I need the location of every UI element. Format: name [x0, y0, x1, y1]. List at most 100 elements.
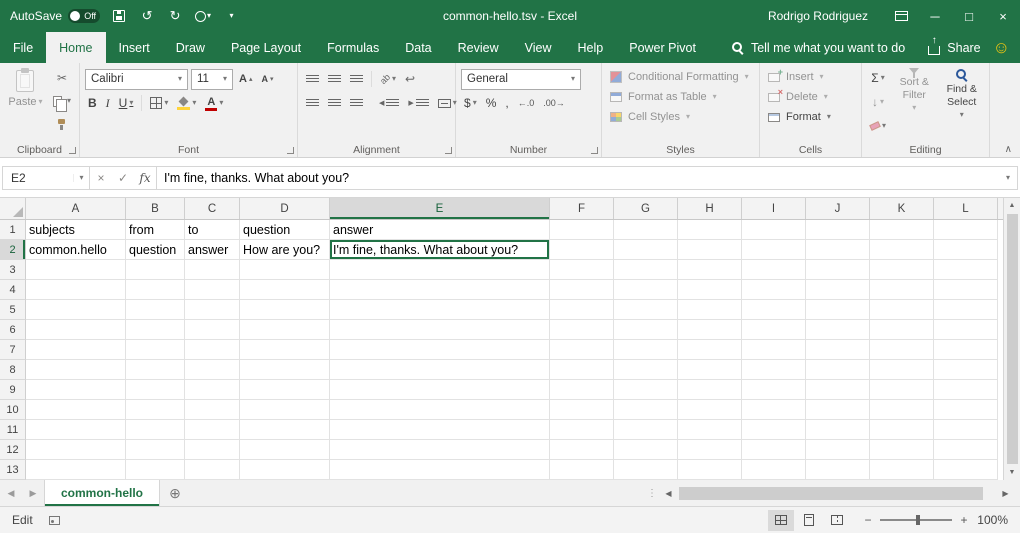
cell-G2[interactable] — [614, 240, 678, 260]
cell-L12[interactable] — [934, 440, 998, 460]
scroll-down-icon[interactable]: ▼ — [1004, 465, 1020, 480]
cell-J1[interactable] — [806, 220, 870, 240]
decrease-font-size-button[interactable]: A▾ — [258, 68, 276, 90]
number-dialog-launcher[interactable] — [591, 147, 598, 154]
cell-H1[interactable] — [678, 220, 742, 240]
row-header-5[interactable]: 5 — [0, 300, 26, 320]
column-header-D[interactable]: D — [240, 198, 330, 219]
column-header-E[interactable]: E — [330, 198, 550, 219]
row-header-11[interactable]: 11 — [0, 420, 26, 440]
cell-J12[interactable] — [806, 440, 870, 460]
cell-C9[interactable] — [185, 380, 240, 400]
row-header-7[interactable]: 7 — [0, 340, 26, 360]
row-header-12[interactable]: 12 — [0, 440, 26, 460]
column-header-I[interactable]: I — [742, 198, 806, 219]
cell-D4[interactable] — [240, 280, 330, 300]
cell-G5[interactable] — [614, 300, 678, 320]
cell-K5[interactable] — [870, 300, 934, 320]
maximize-button[interactable]: □ — [952, 0, 986, 32]
cell-I10[interactable] — [742, 400, 806, 420]
zoom-out-button[interactable]: − — [858, 513, 878, 527]
cell-C8[interactable] — [185, 360, 240, 380]
cell-G13[interactable] — [614, 460, 678, 480]
cell-L13[interactable] — [934, 460, 998, 480]
cell-J5[interactable] — [806, 300, 870, 320]
orientation-button[interactable]: ab▾ — [377, 68, 399, 90]
normal-view-button[interactable] — [768, 510, 794, 531]
cell-C13[interactable] — [185, 460, 240, 480]
row-header-9[interactable]: 9 — [0, 380, 26, 400]
comma-style-button[interactable]: , — [502, 92, 511, 114]
cell-I13[interactable] — [742, 460, 806, 480]
increase-indent-button[interactable]: ▶ — [405, 92, 431, 114]
cell-B9[interactable] — [126, 380, 185, 400]
increase-decimal-button[interactable]: ←.0 — [515, 92, 538, 114]
column-header-K[interactable]: K — [870, 198, 934, 219]
cell-A11[interactable] — [26, 420, 126, 440]
next-sheet-button[interactable]: ▶ — [22, 480, 44, 506]
new-sheet-button[interactable]: ⊕ — [160, 480, 190, 506]
scroll-left-icon[interactable]: ◀ — [660, 480, 677, 506]
save-button[interactable] — [110, 6, 128, 26]
cell-E13[interactable] — [330, 460, 550, 480]
cell-F6[interactable] — [550, 320, 614, 340]
cell-H4[interactable] — [678, 280, 742, 300]
cell-F8[interactable] — [550, 360, 614, 380]
cell-D10[interactable] — [240, 400, 330, 420]
align-middle-button[interactable] — [325, 68, 344, 90]
cell-F10[interactable] — [550, 400, 614, 420]
column-header-C[interactable]: C — [185, 198, 240, 219]
cell-G10[interactable] — [614, 400, 678, 420]
formula-input[interactable]: I'm fine, thanks. What about you? ▾ — [157, 166, 1018, 190]
tab-insert[interactable]: Insert — [106, 32, 163, 63]
cell-J11[interactable] — [806, 420, 870, 440]
column-header-A[interactable]: A — [26, 198, 126, 219]
cell-A7[interactable] — [26, 340, 126, 360]
cell-I3[interactable] — [742, 260, 806, 280]
cell-I6[interactable] — [742, 320, 806, 340]
format-painter-button[interactable] — [50, 113, 74, 135]
cell-G3[interactable] — [614, 260, 678, 280]
paste-button[interactable]: Paste▾ — [5, 67, 46, 135]
tab-data[interactable]: Data — [392, 32, 444, 63]
close-button[interactable]: × — [986, 0, 1020, 32]
row-header-3[interactable]: 3 — [0, 260, 26, 280]
splitter-dots-icon[interactable]: ⋮ — [644, 480, 660, 506]
cell-F9[interactable] — [550, 380, 614, 400]
cell-B11[interactable] — [126, 420, 185, 440]
minimize-button[interactable]: ─ — [918, 0, 952, 32]
customize-qat-button[interactable]: ▾ — [222, 6, 240, 26]
align-bottom-button[interactable] — [347, 68, 366, 90]
alignment-dialog-launcher[interactable] — [445, 147, 452, 154]
cell-F4[interactable] — [550, 280, 614, 300]
autosave-pill[interactable]: Off — [68, 9, 100, 23]
cell-G9[interactable] — [614, 380, 678, 400]
cell-F1[interactable] — [550, 220, 614, 240]
cell-E8[interactable] — [330, 360, 550, 380]
row-header-4[interactable]: 4 — [0, 280, 26, 300]
font-color-button[interactable]: A▾ — [202, 92, 226, 114]
cell-J9[interactable] — [806, 380, 870, 400]
tab-view[interactable]: View — [512, 32, 565, 63]
decrease-decimal-button[interactable]: .00→ — [540, 92, 568, 114]
cell-A1[interactable]: subjects — [26, 220, 126, 240]
horizontal-scroll-thumb[interactable] — [679, 487, 983, 500]
cell-G7[interactable] — [614, 340, 678, 360]
cell-C5[interactable] — [185, 300, 240, 320]
cell-L3[interactable] — [934, 260, 998, 280]
cell-L2[interactable] — [934, 240, 998, 260]
cell-F11[interactable] — [550, 420, 614, 440]
cell-J7[interactable] — [806, 340, 870, 360]
cell-B5[interactable] — [126, 300, 185, 320]
cell-J3[interactable] — [806, 260, 870, 280]
row-header-1[interactable]: 1 — [0, 220, 26, 240]
cell-G11[interactable] — [614, 420, 678, 440]
increase-font-size-button[interactable]: A▴ — [236, 68, 255, 90]
cell-C1[interactable]: to — [185, 220, 240, 240]
scroll-right-icon[interactable]: ▶ — [997, 480, 1014, 506]
align-left-button[interactable] — [303, 92, 322, 114]
fill-button[interactable]: ↓▾ — [867, 91, 889, 113]
cell-D9[interactable] — [240, 380, 330, 400]
cell-K12[interactable] — [870, 440, 934, 460]
cell-E10[interactable] — [330, 400, 550, 420]
